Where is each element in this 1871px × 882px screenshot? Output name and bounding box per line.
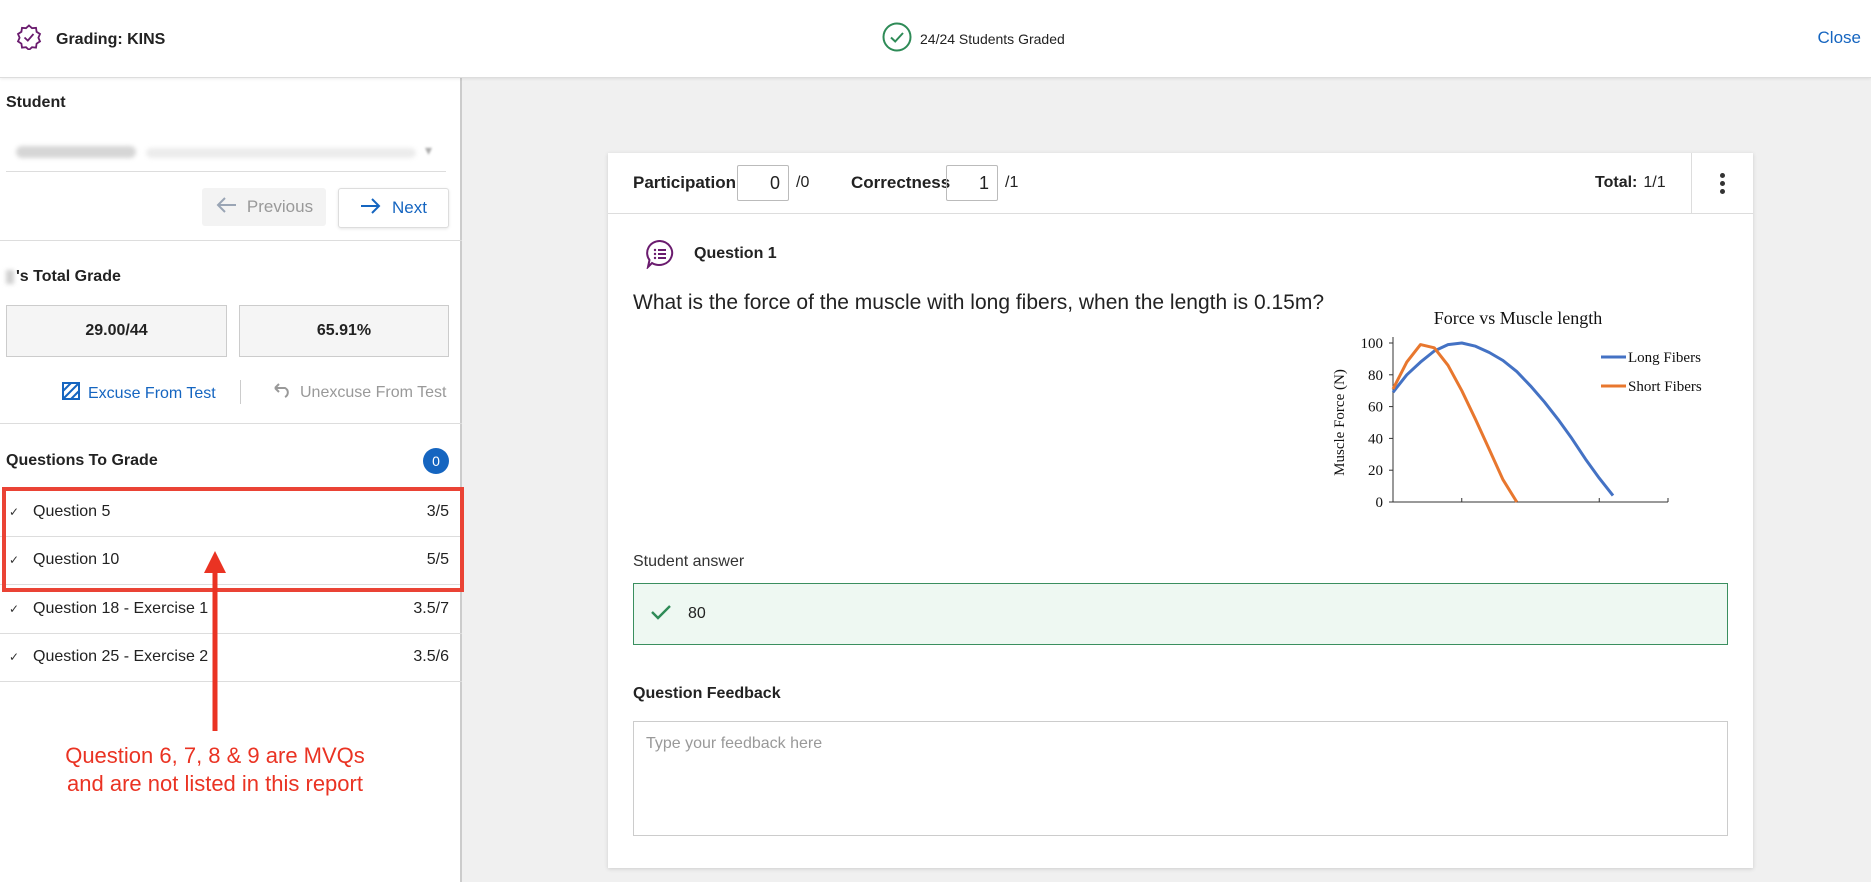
legend-label: Long Fibers [1628, 350, 1701, 366]
correctness-label: Correctness [851, 173, 951, 192]
question-list-item[interactable]: ✓ Question 5 3/5 [0, 488, 462, 537]
more-options-icon[interactable] [1715, 167, 1729, 199]
questions-count-badge: 0 [423, 448, 449, 474]
grading-status: 24/24 Students Graded [882, 22, 1065, 55]
excuse-from-test-button[interactable]: Excuse From Test [62, 382, 216, 405]
y-axis-label: Muscle Force (N) [1332, 369, 1348, 476]
student-answer-label: Student answer [633, 553, 745, 570]
annotation-text: Question 6, 7, 8 & 9 are MVQs and are no… [65, 743, 365, 796]
grade-percent: 65.91% [239, 305, 449, 357]
feedback-input[interactable] [633, 721, 1728, 836]
previous-button[interactable]: Previous [202, 188, 326, 226]
divider [0, 423, 462, 424]
divider [0, 240, 462, 241]
questions-to-grade-label: Questions To Grade [6, 452, 158, 469]
question-list: ✓ Question 5 3/5 ✓ Question 10 5/5 ✓ Que… [0, 488, 462, 682]
y-tick-label: 20 [1368, 463, 1383, 479]
participation-max: /0 [796, 174, 810, 191]
question-card: Participation 0 /0 Correctness 1 /1 Tota… [608, 153, 1753, 868]
chart-title: Force vs Muscle length [1434, 308, 1602, 328]
divider [240, 380, 241, 404]
question-title: Question 1 [694, 245, 777, 262]
check-icon: ✓ [9, 553, 20, 568]
check-icon: ✓ [9, 650, 20, 665]
chevron-down-icon: ▾ [424, 142, 432, 158]
question-name: Question 10 [33, 551, 120, 569]
question-name: Question 5 [33, 502, 111, 520]
y-tick-label: 40 [1368, 431, 1383, 447]
total-score: Total: 1/1 [1595, 174, 1666, 191]
question-name: Question 25 - Exercise 2 [33, 648, 209, 666]
student-answer-value: 80 [688, 605, 706, 622]
y-tick-label: 80 [1368, 368, 1383, 384]
student-label: Student [6, 94, 66, 111]
student-name-blurred [6, 270, 14, 284]
check-circle-icon [882, 22, 912, 55]
question-list-bubble-icon [645, 239, 675, 274]
series-line-long-fibers [1391, 341, 1615, 497]
close-button[interactable]: Close [1818, 28, 1861, 48]
grade-points: 29.00/44 [6, 305, 227, 357]
participation-label: Participation [633, 173, 736, 192]
check-icon [650, 603, 672, 626]
excuse-actions: Excuse From Test Unexcuse From Test [0, 374, 462, 414]
striped-square-icon [62, 382, 80, 405]
y-tick-label: 60 [1368, 400, 1383, 416]
unexcuse-label: Unexcuse From Test [300, 383, 447, 401]
question-text: What is the force of the muscle with lon… [633, 291, 1325, 314]
previous-label: Previous [246, 197, 314, 216]
next-label: Next [392, 198, 427, 217]
question-list-item[interactable]: ✓ Question 18 - Exercise 1 3.5/7 [0, 585, 462, 634]
participation-input[interactable]: 0 [737, 165, 789, 201]
next-button[interactable]: Next [338, 188, 449, 228]
total-grade-label: 's Total Grade [6, 268, 121, 286]
student-select-blurred [146, 148, 416, 158]
correctness-max: /1 [1005, 174, 1019, 191]
student-name-blurred [16, 146, 136, 158]
arrow-right-icon [360, 197, 382, 220]
grading-badge-icon [16, 24, 42, 55]
check-icon: ✓ [9, 601, 20, 616]
question-list-item[interactable]: ✓ Question 25 - Exercise 2 3.5/6 [0, 634, 462, 682]
y-tick-label: 0 [1376, 495, 1384, 511]
brand: Grading: KINS [16, 24, 165, 55]
student-select[interactable]: ▾ [6, 132, 446, 172]
y-tick-label: 100 [1361, 336, 1384, 352]
grading-header: Participation 0 /0 Correctness 1 /1 Tota… [608, 153, 1753, 214]
annotation-arrow-icon [204, 551, 226, 731]
question-name: Question 18 - Exercise 1 [33, 599, 209, 617]
status-text: 24/24 Students Graded [920, 30, 1065, 47]
student-answer-box: 80 [633, 583, 1728, 645]
top-bar: Grading: KINS 24/24 Students Graded Clos… [0, 0, 1871, 78]
legend-label: Short Fibers [1628, 379, 1702, 395]
question-score: 3/5 [426, 502, 449, 520]
question-score: 5/5 [426, 551, 449, 569]
divider [1691, 153, 1692, 214]
question-score: 3.5/6 [413, 648, 449, 666]
excuse-label: Excuse From Test [88, 384, 216, 402]
question-feedback-label: Question Feedback [633, 685, 781, 702]
question-list-item[interactable]: ✓ Question 10 5/5 [0, 537, 462, 585]
series-line-short-fibers [1391, 343, 1519, 503]
correctness-input[interactable]: 1 [946, 165, 998, 201]
arrow-left-icon [215, 196, 237, 219]
check-icon: ✓ [9, 504, 20, 519]
app-title: Grading: KINS [56, 30, 166, 48]
unexcuse-from-test-button[interactable]: Unexcuse From Test [272, 382, 446, 403]
force-length-chart: Force vs Muscle length 0 20 40 60 80 100 Muscle… [1332, 308, 1702, 511]
undo-icon [272, 382, 292, 403]
question-score: 3.5/7 [413, 599, 449, 617]
